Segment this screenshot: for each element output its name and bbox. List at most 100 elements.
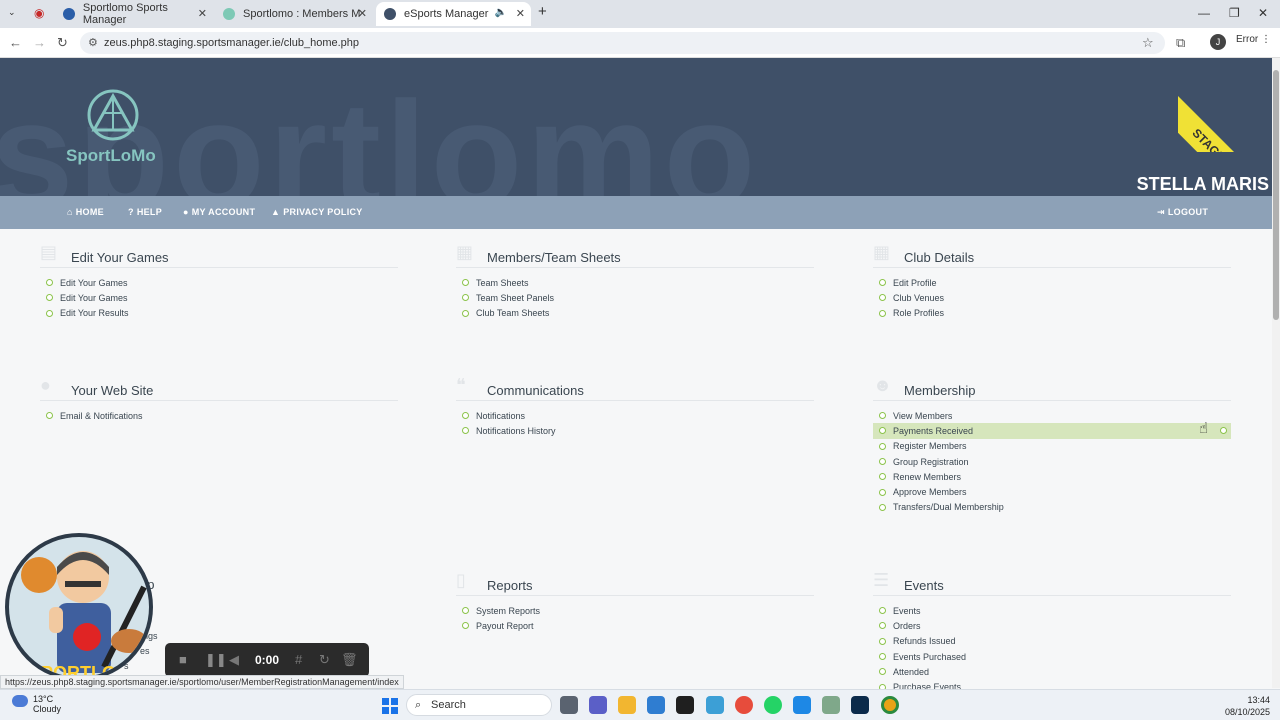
site-info-icon[interactable]: ⚙: [88, 36, 98, 49]
teams-icon[interactable]: [589, 696, 607, 714]
reload-icon[interactable]: ↻: [57, 35, 68, 51]
nav-help[interactable]: ? HELP: [128, 207, 162, 217]
link-team-sheets[interactable]: Team Sheets: [462, 275, 814, 290]
globe-favicon-icon: [384, 8, 396, 20]
app-icon[interactable]: [793, 696, 811, 714]
link-transfers[interactable]: Transfers/Dual Membership: [879, 500, 1231, 515]
link-edit-games-2[interactable]: Edit Your Games: [46, 290, 398, 305]
speech-bubbles-icon: ❝: [456, 375, 466, 395]
link-label: Role Profiles: [893, 308, 945, 319]
scrollbar-thumb[interactable]: [1273, 70, 1279, 320]
link-club-venues[interactable]: Club Venues: [879, 290, 1231, 305]
error-label: Error: [1236, 34, 1259, 45]
photos-icon[interactable]: [647, 696, 665, 714]
close-tab-icon[interactable]: ✕: [358, 7, 367, 20]
link-label: Edit Your Results: [60, 308, 129, 319]
link-notifications[interactable]: Notifications: [462, 408, 814, 423]
minimize-icon[interactable]: —: [1198, 6, 1210, 20]
link-system-reports[interactable]: System Reports: [462, 603, 814, 618]
link-edit-profile[interactable]: Edit Profile: [879, 275, 1231, 290]
url-field[interactable]: ⚙ zeus.php8.staging.sportsmanager.ie/clu…: [80, 32, 1165, 54]
tab-title: eSports Manager: [404, 8, 489, 20]
grid-icon[interactable]: #: [295, 652, 302, 667]
link-club-team-sheets[interactable]: Club Team Sheets: [462, 306, 814, 321]
link-renew-members[interactable]: Renew Members: [879, 469, 1231, 484]
bookmark-star-icon[interactable]: ☆: [1142, 35, 1154, 51]
error-button[interactable]: Error ⋮: [1236, 34, 1271, 45]
link-approve-members[interactable]: Approve Members: [879, 484, 1231, 499]
nav-logout-label: LOGOUT: [1167, 207, 1209, 217]
link-register-members[interactable]: Register Members: [879, 439, 1231, 454]
link-view-members[interactable]: View Members: [879, 408, 1231, 423]
windows-start-icon[interactable]: [382, 698, 398, 714]
link-payout-report[interactable]: Payout Report: [462, 618, 814, 633]
page-scrollbar[interactable]: [1272, 58, 1280, 688]
link-label: Payments Received: [893, 425, 974, 436]
bullet-icon: [879, 473, 886, 481]
tab-search-icon[interactable]: ⌄: [8, 7, 16, 18]
mascot-illustration-icon: SPORTLOMO: [21, 551, 147, 677]
terminal-icon[interactable]: [676, 696, 694, 714]
taskbar-search[interactable]: ⌕ Search: [406, 694, 552, 716]
link-label: View Members: [893, 410, 953, 421]
link-orders[interactable]: Orders: [879, 618, 1231, 633]
link-status-bar: https://zeus.php8.staging.sportsmanager.…: [0, 675, 404, 689]
trash-icon[interactable]: 🗑: [341, 652, 358, 668]
new-tab-icon[interactable]: +: [538, 3, 547, 20]
section-title: Members/Team Sheets: [487, 250, 621, 265]
section-divider: [456, 595, 814, 596]
sportlomo-logo-icon[interactable]: [84, 86, 142, 144]
profile-avatar[interactable]: J: [1210, 34, 1226, 50]
rewind-icon[interactable]: ◀: [229, 652, 239, 668]
link-team-sheet-panels[interactable]: Team Sheet Panels: [462, 290, 814, 305]
chrome-alt-icon[interactable]: [735, 696, 753, 714]
link-attended[interactable]: Attended: [879, 664, 1231, 679]
link-events-purchased[interactable]: Events Purchased: [879, 649, 1231, 664]
close-tab-icon[interactable]: ✕: [516, 7, 525, 20]
tab-title: Sportlomo : Members Manage: [243, 8, 361, 20]
tab-sports-manager[interactable]: Sportlomo Sports Manager ✕: [55, 2, 213, 26]
link-notifications-history[interactable]: Notifications History: [462, 423, 814, 438]
link-edit-games[interactable]: Edit Your Games: [46, 275, 398, 290]
link-label: Refunds Issued: [893, 636, 956, 647]
link-refunds-issued[interactable]: Refunds Issued: [879, 634, 1231, 649]
app-icon[interactable]: [822, 696, 840, 714]
close-tab-icon[interactable]: ✕: [198, 7, 207, 20]
link-email-notifications[interactable]: Email & Notifications: [46, 408, 398, 423]
photoshop-icon[interactable]: [851, 696, 869, 714]
link-edit-results[interactable]: Edit Your Results: [46, 306, 398, 321]
close-window-icon[interactable]: ✕: [1258, 6, 1268, 20]
audio-icon[interactable]: 🔈: [495, 7, 507, 18]
snipping-tool-icon[interactable]: [706, 696, 724, 714]
record-icon: ◉: [34, 6, 45, 20]
globe-icon: ●: [40, 375, 51, 395]
maximize-icon[interactable]: ❐: [1229, 6, 1240, 20]
link-events[interactable]: Events: [879, 603, 1231, 618]
extensions-icon[interactable]: ⧉: [1176, 35, 1185, 51]
link-role-profiles[interactable]: Role Profiles: [879, 306, 1231, 321]
task-view-icon[interactable]: [560, 696, 578, 714]
partial-link[interactable]: es: [140, 646, 150, 656]
back-icon[interactable]: ←: [9, 35, 22, 50]
nav-my-account[interactable]: ● MY ACCOUNT: [183, 207, 255, 217]
chrome-icon[interactable]: [881, 696, 899, 714]
nav-logout[interactable]: ⇥ LOGOUT: [1157, 207, 1208, 218]
link-label: Email & Notifications: [60, 410, 143, 421]
link-group-registration[interactable]: Group Registration: [879, 454, 1231, 469]
nav-privacy[interactable]: ▲ PRIVACY POLICY: [271, 207, 363, 217]
whatsapp-icon[interactable]: [764, 696, 782, 714]
taskbar-clock[interactable]: 13:44 08/10/2025: [1225, 694, 1270, 718]
link-label: Edit Your Games: [60, 277, 128, 288]
stop-icon[interactable]: ■: [179, 652, 187, 667]
pause-icon[interactable]: ❚❚: [205, 652, 227, 668]
forward-icon[interactable]: →: [33, 35, 46, 50]
file-explorer-icon[interactable]: [618, 696, 636, 714]
nav-home[interactable]: ⌂ HOME: [67, 207, 104, 217]
refresh-icon[interactable]: ↻: [319, 652, 330, 668]
link-payments-received[interactable]: Payments Received: [873, 423, 1231, 439]
address-bar-row: ← → ↻ ⚙ zeus.php8.staging.sportsmanager.…: [0, 28, 1280, 58]
section-divider: [873, 267, 1231, 268]
tab-esports-manager[interactable]: eSports Manager 🔈 ✕: [376, 2, 531, 26]
bullet-icon: [879, 622, 886, 630]
tab-members-manager[interactable]: Sportlomo : Members Manage ✕: [215, 2, 373, 26]
